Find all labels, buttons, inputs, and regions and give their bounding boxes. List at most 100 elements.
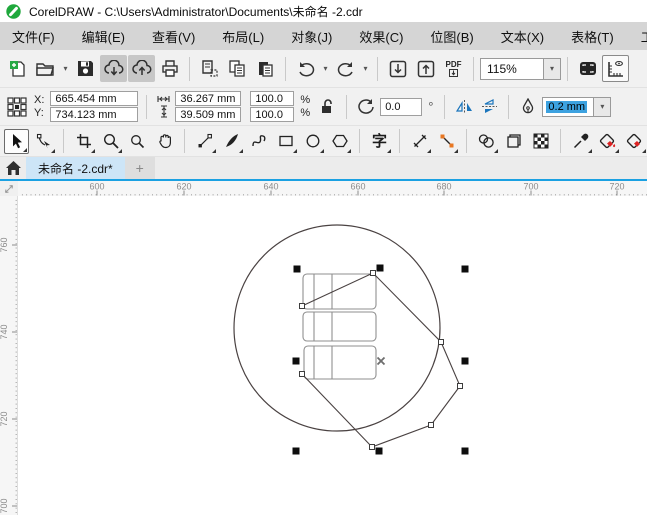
open-dropdown-arrow[interactable]: ▾ [60,55,71,82]
rectangle-tool[interactable] [273,129,298,154]
rotate-icon [357,98,375,115]
shape-tool[interactable] [31,129,56,154]
new-document-button[interactable] [4,55,31,82]
object-width-field[interactable]: 36.267 mm [175,91,241,106]
mirror-horizontal-button[interactable] [453,96,475,118]
drawing-canvas[interactable] [18,196,647,515]
toolbox-separator [184,129,185,153]
pen-tool[interactable] [246,129,271,154]
mirror-horizontal-icon [456,99,473,114]
zoom-level-dropdown-arrow[interactable]: ▾ [544,58,561,80]
svg-text:720: 720 [609,182,624,192]
toolbar-separator [567,57,568,81]
toolbox-separator [466,129,467,153]
paste-button[interactable] [252,55,279,82]
menu-item-1[interactable]: 文件(F) [12,27,55,46]
freehand-line-icon [197,133,213,149]
import-button[interactable] [384,55,411,82]
new-tab-button[interactable]: + [125,157,155,179]
scale-x-field[interactable]: 100.0 [250,91,294,106]
export-button[interactable] [412,55,439,82]
propbar-separator [146,95,147,119]
svg-text:700: 700 [523,182,538,192]
y-position-field[interactable]: 734.123 mm [50,107,138,122]
menu-item-6[interactable]: 效果(C) [359,27,403,46]
menu-item-2[interactable]: 编辑(E) [82,27,125,46]
horizontal-ruler[interactable]: 600620640660680700720 [18,181,647,196]
toolbar-separator [285,57,286,81]
scale-y-field[interactable]: 100.0 [250,107,294,122]
propbar-separator [346,95,347,119]
publish-pdf-button[interactable]: PDF [440,55,467,82]
freehand-tool[interactable] [192,129,217,154]
redo-dropdown-arrow[interactable]: ▾ [360,55,371,82]
color-eyedropper-tool[interactable] [568,129,593,154]
menu-item-8[interactable]: 文本(X) [501,27,544,46]
transparency-checkerboard-icon [533,133,549,149]
object-height-field[interactable]: 39.509 mm [175,107,241,122]
artistic-media-tool[interactable] [219,129,244,154]
copy-button[interactable] [224,55,251,82]
dimension-tool[interactable] [407,129,432,154]
home-icon [6,161,21,175]
undo-button[interactable] [292,55,319,82]
menu-item-5[interactable]: 对象(J) [291,27,332,46]
svg-text:660: 660 [350,182,365,192]
menu-item-10[interactable]: 工具(O) [641,27,647,46]
menu-item-4[interactable]: 布局(L) [222,27,264,46]
lock-ratio-button[interactable] [316,96,338,118]
document-tab-active[interactable]: 未命名 -2.cdr* [26,157,125,179]
open-button[interactable] [32,55,59,82]
polygon-tool[interactable] [327,129,352,154]
zoom-out-tool[interactable] [125,129,150,154]
svg-text:600: 600 [89,182,104,192]
svg-text:700: 700 [0,498,9,513]
print-button[interactable] [156,55,183,82]
outline-width-dropdown-arrow[interactable]: ▾ [594,97,611,117]
rotation-angle-field[interactable]: 0.0 [380,98,422,116]
scale-x-percent-label: % [300,94,310,106]
smart-fill-tool[interactable] [622,129,647,154]
text-tool[interactable]: 字 [367,129,392,154]
pdf-box-icon [449,69,458,77]
connector-tool[interactable] [434,129,459,154]
menu-item-3[interactable]: 查看(V) [152,27,195,46]
redo-button[interactable] [332,55,359,82]
cut-button[interactable] [196,55,223,82]
interactive-fill-tool[interactable] [595,129,620,154]
home-button[interactable] [0,157,26,179]
toolbox-separator [63,129,64,153]
open-from-cloud-button[interactable] [100,55,127,82]
outline-width-field[interactable]: 0.2 mm [542,97,594,117]
save-to-cloud-button[interactable] [128,55,155,82]
menu-item-7[interactable]: 位图(B) [430,27,473,46]
document-tabbar: 未命名 -2.cdr* + [0,157,647,181]
vertical-ruler[interactable]: 760740720700 [0,196,18,515]
outline-width-pen-icon-wrap [517,96,539,118]
angle-of-rotation-button [355,96,377,118]
drop-shadow-icon [478,133,495,149]
svg-text:740: 740 [0,324,9,339]
crop-tool[interactable] [71,129,96,154]
show-rulers-toggle[interactable] [602,55,629,82]
zoom-tool[interactable] [98,129,123,154]
toolbox: 字 [0,126,647,157]
standard-toolbar: ▾ [0,50,647,88]
pan-tool[interactable] [152,129,177,154]
eyedropper-icon [573,133,589,149]
full-screen-preview-button[interactable] [574,55,601,82]
drop-shadow-tool[interactable] [474,129,499,154]
mirror-vertical-button[interactable] [478,96,500,118]
toolbar-separator [189,57,190,81]
contour-tool[interactable] [501,129,526,154]
save-button[interactable] [72,55,99,82]
ruler-origin-corner[interactable] [0,181,18,196]
undo-dropdown-arrow[interactable]: ▾ [320,55,331,82]
zoom-level-value[interactable]: 115% [480,58,544,80]
x-position-field[interactable]: 665.454 mm [50,91,138,106]
ellipse-tool[interactable] [300,129,325,154]
pick-tool[interactable] [4,129,29,154]
y-label: Y: [34,107,44,119]
transparency-tool[interactable] [528,129,553,154]
menu-item-9[interactable]: 表格(T) [571,27,614,46]
